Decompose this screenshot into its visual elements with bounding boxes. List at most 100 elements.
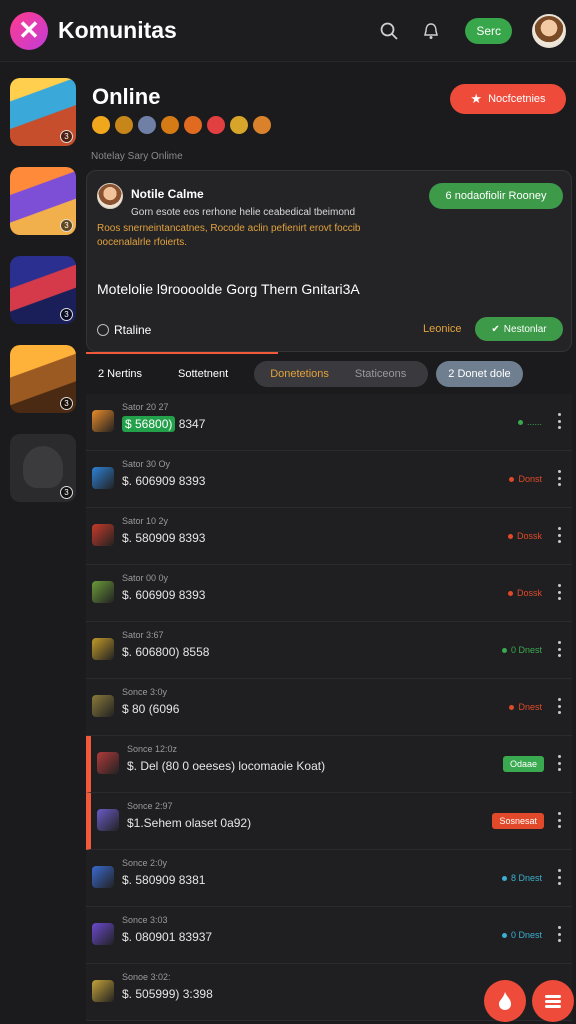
status-badge: 0 Dnest — [501, 930, 542, 940]
more-options-icon[interactable] — [558, 413, 562, 429]
item-icon — [92, 581, 114, 603]
sidebar-badge: 3 — [60, 397, 73, 410]
list-item[interactable]: Sator 10 2y $. 580909 8393 Dossk — [86, 508, 572, 565]
amount-text: 8347 — [175, 417, 206, 431]
more-options-icon[interactable] — [558, 926, 562, 942]
tab-3[interactable]: Donetetions — [254, 361, 345, 387]
post-author[interactable]: Notile Calme — [131, 187, 204, 201]
tab-4[interactable]: Staticeons — [332, 361, 429, 387]
notifications-button[interactable]: ★ Nocfcetnies — [450, 84, 566, 114]
status-dot — [501, 876, 507, 882]
status-dot — [517, 420, 523, 426]
reaction-icon[interactable] — [207, 116, 225, 134]
star-icon: ★ — [470, 91, 483, 106]
menu-icon[interactable] — [532, 980, 574, 1022]
list-item[interactable]: Sonce 2:97 $1.Sehem olaset 0a92) Sosnesat — [86, 793, 572, 850]
item-amount: $1.Sehem olaset 0a92) — [127, 816, 252, 830]
item-subtitle: Sator 20 27 — [122, 402, 169, 412]
status-dot — [509, 477, 515, 483]
status-dot — [501, 933, 507, 939]
item-subtitle: Sator 10 2y — [122, 516, 169, 526]
more-options-icon[interactable] — [558, 812, 562, 828]
list-item[interactable]: Sonce 3:0y $ 80 (6096 Dnest — [86, 679, 572, 736]
status-label: Dossk — [516, 531, 542, 541]
list-item[interactable]: Sator 30 Oy $. 606909 8393 Donst — [86, 451, 572, 508]
item-subtitle: Sonce 12:0z — [127, 744, 178, 754]
more-options-icon[interactable] — [558, 641, 562, 657]
item-subtitle: Sonce 3:03 — [122, 915, 168, 925]
app-logo[interactable]: ✕ — [10, 11, 48, 50]
more-options-icon[interactable] — [558, 584, 562, 600]
sidebar-game-3[interactable]: 3 — [10, 256, 76, 324]
reaction-icon[interactable] — [161, 116, 179, 134]
status-label: Dossk — [516, 588, 542, 598]
item-subtitle: Sonce 3:0y — [122, 687, 168, 697]
header-button[interactable]: Serc — [465, 17, 512, 44]
reaction-icon[interactable] — [92, 116, 110, 134]
more-options-icon[interactable] — [558, 470, 562, 486]
amount-chip: $ 56800) — [122, 416, 176, 432]
item-subtitle: Sator 00 0y — [122, 573, 169, 583]
sidebar-game-5[interactable]: 3 — [10, 434, 76, 502]
game-sidebar: 3 3 3 3 3 — [10, 78, 76, 523]
status-badge: Dossk — [507, 531, 542, 541]
placeholder-icon — [23, 446, 63, 488]
post-card[interactable]: Notile Calme Gorn esote eos rerhone heli… — [86, 170, 572, 352]
sidebar-game-2[interactable]: 3 — [10, 167, 76, 235]
tab-2[interactable]: Sottetnent — [166, 361, 240, 387]
sidebar-badge: 3 — [60, 308, 73, 321]
status-dot — [509, 705, 515, 711]
list-item[interactable]: Sonce 3:03 $. 080901 83937 0 Dnest — [86, 907, 572, 964]
item-icon — [92, 467, 114, 489]
sidebar-game-4[interactable]: 3 — [10, 345, 76, 413]
item-icon — [92, 866, 114, 888]
status-badge[interactable]: Sosnesat — [492, 813, 544, 829]
status-badge: Dossk — [507, 588, 542, 598]
post-secondary-button[interactable]: ✔ Nestonlar — [475, 317, 563, 341]
reaction-icon[interactable] — [115, 116, 133, 134]
tab-5[interactable]: 2 Donet dole — [436, 361, 523, 387]
post-secondary-button-label: Nestonlar — [503, 323, 547, 335]
reaction-icon[interactable] — [184, 116, 202, 134]
search-icon[interactable] — [369, 11, 409, 51]
status-dot — [507, 534, 513, 540]
more-options-icon[interactable] — [558, 698, 562, 714]
post-link[interactable]: Leonice — [423, 323, 462, 335]
item-amount: $ 56800) 8347 — [122, 416, 206, 432]
status-badge[interactable]: Odaae — [502, 756, 544, 772]
tab-1[interactable]: 2 Nertins — [86, 361, 154, 387]
bell-icon[interactable] — [411, 11, 451, 51]
status-label: Donst — [518, 474, 542, 484]
more-options-icon[interactable] — [558, 869, 562, 885]
status-label: ...... — [526, 417, 542, 427]
list-item[interactable]: Sator 3:67 $. 606800) 8558 0 Dnest — [86, 622, 572, 679]
item-icon — [92, 923, 114, 945]
status-label: 0 Dnest — [510, 930, 542, 940]
list-item[interactable]: Sator 00 0y $. 606909 8393 Dossk — [86, 565, 572, 622]
item-icon — [97, 809, 119, 831]
list-item[interactable]: Sonce 2:0y $. 580909 8381 8 Dnest — [86, 850, 572, 907]
more-options-icon[interactable] — [558, 755, 562, 771]
status-label: 0 Dnest — [510, 645, 542, 655]
tab-underline — [86, 352, 278, 354]
flame-icon[interactable] — [484, 980, 526, 1022]
status-label: Dnest — [518, 702, 542, 712]
more-options-icon[interactable] — [558, 527, 562, 543]
reaction-icon[interactable] — [230, 116, 248, 134]
item-subtitle: Sonoe 3:02: — [122, 972, 171, 982]
sidebar-badge: 3 — [60, 130, 73, 143]
post-action-button[interactable]: 6 nodaofiolir Rooney — [429, 183, 563, 209]
list-item[interactable]: Sonce 12:0z $. Del (80 0 oeeses) locomaoi… — [86, 736, 572, 793]
post-status: Rtaline — [97, 323, 151, 337]
item-icon — [92, 410, 114, 432]
avatar[interactable] — [532, 13, 566, 48]
list-item[interactable]: Sator 20 27 $ 56800) 8347...... — [86, 394, 572, 451]
section-caption: Notelay Sary Onlime — [91, 151, 183, 162]
status-label: 8 Dnest — [510, 873, 542, 883]
tab-bar: 2 Nertins Sottetnent Donetetions Statice… — [86, 356, 572, 392]
sidebar-game-1[interactable]: 3 — [10, 78, 76, 146]
status-badge: Donst — [509, 474, 542, 484]
reaction-icon[interactable] — [253, 116, 271, 134]
reaction-icon[interactable] — [138, 116, 156, 134]
post-avatar[interactable] — [97, 183, 123, 209]
